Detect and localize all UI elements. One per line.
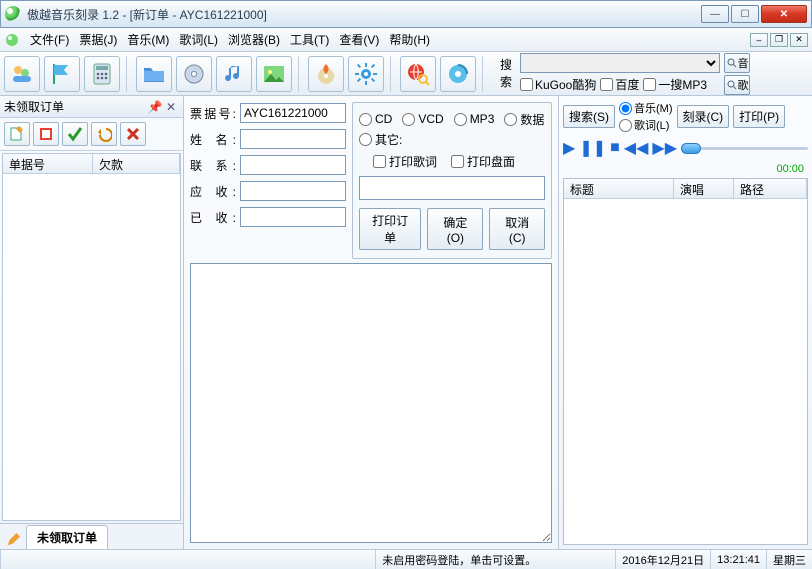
delete-button[interactable] [120, 122, 146, 146]
playlist-table[interactable]: 标题 演唱 路径 [563, 178, 808, 545]
right-radio-lyric[interactable]: 歌词(L) [619, 117, 673, 133]
mode-group: CD VCD MP3 数据 其它: 打印歌词 打印盘面 打印订单 确定(O) 取… [352, 102, 552, 259]
receipt-label: 票据号: [190, 105, 236, 122]
time-label: 00:00 [563, 163, 808, 175]
contact-label: 联 系: [190, 157, 236, 174]
menu-tool[interactable]: 工具(T) [290, 31, 329, 48]
name-input[interactable] [240, 129, 346, 149]
name-label: 姓 名: [190, 131, 236, 148]
close-button[interactable]: ✕ [761, 5, 807, 23]
next-button[interactable]: ▶▶ [652, 138, 677, 158]
col-title[interactable]: 标题 [564, 179, 674, 198]
window-title: 傲越音乐刻录 1.2 - [新订单 - AYC161221000] [27, 6, 701, 23]
right-burn-button[interactable]: 刻录(C) [677, 105, 730, 128]
new-order-button[interactable] [4, 122, 30, 146]
status-time: 13:21:41 [710, 550, 766, 569]
right-radio-music[interactable]: 音乐(M) [619, 100, 673, 116]
contact-input[interactable] [240, 155, 346, 175]
tool-users-icon[interactable] [4, 56, 40, 92]
prev-button[interactable]: ◀◀ [624, 138, 649, 158]
stop-button[interactable]: ■ [610, 139, 620, 157]
tool-burn-icon[interactable] [308, 56, 344, 92]
engine-baidu-checkbox[interactable]: 百度 [600, 76, 639, 93]
orders-table[interactable]: 单据号 欠款 [2, 153, 181, 521]
tab-pending-orders[interactable]: 未领取订单 [26, 525, 108, 549]
menu-file[interactable]: 文件(F) [30, 31, 69, 48]
mdi-restore-button[interactable]: ❐ [770, 33, 788, 47]
seek-slider[interactable] [681, 142, 808, 154]
status-weekday: 星期三 [766, 550, 812, 569]
col-due[interactable]: 欠款 [93, 154, 180, 173]
ok-button[interactable]: 确定(O) [427, 208, 483, 250]
close-panel-icon[interactable]: ✕ [163, 99, 179, 115]
search-label: 搜索 [496, 57, 516, 91]
print-order-button[interactable]: 打印订单 [359, 208, 421, 250]
status-date: 2016年12月21日 [615, 550, 710, 569]
col-path[interactable]: 路径 [734, 179, 807, 198]
right-panel: 搜索(S) 音乐(M) 歌词(L) 刻录(C) 打印(P) ▶ ❚❚ ■ ◀◀ … [558, 96, 812, 549]
received-label: 已 收: [190, 209, 236, 226]
menu-view[interactable]: 查看(V) [339, 31, 379, 48]
receipt-input[interactable] [240, 103, 346, 123]
edit-order-button[interactable] [33, 122, 59, 146]
pin-icon[interactable]: 📌 [147, 99, 163, 115]
statusbar: 未启用密码登陆，单击可设置。 2016年12月21日 13:21:41 星期三 [0, 549, 812, 569]
radio-other[interactable]: 其它: [359, 131, 402, 148]
tool-note-icon[interactable] [216, 56, 252, 92]
tab-pen-icon [4, 531, 22, 549]
tool-folder-icon[interactable] [136, 56, 172, 92]
col-artist[interactable]: 演唱 [674, 179, 734, 198]
menu-lyric[interactable]: 歌词(L) [179, 31, 218, 48]
left-panel: 未领取订单 📌 ✕ 单据号 欠款 未领取订单 [0, 96, 184, 549]
menubar: 文件(F) 票据(J) 音乐(M) 歌词(L) 浏览器(B) 工具(T) 查看(… [0, 28, 812, 52]
engine-yiso-checkbox[interactable]: 一搜MP3 [643, 76, 707, 93]
confirm-button[interactable] [62, 122, 88, 146]
radio-data[interactable]: 数据 [504, 111, 544, 128]
tool-disc-browse-icon[interactable] [176, 56, 212, 92]
search-lyric-button[interactable]: 歌 [724, 75, 750, 95]
mdi-minimize-button[interactable]: – [750, 33, 768, 47]
titlebar: 傲越音乐刻录 1.2 - [新订单 - AYC161221000] — ☐ ✕ [0, 0, 812, 28]
app-icon [5, 6, 21, 22]
receivable-label: 应 收: [190, 183, 236, 200]
menu-music[interactable]: 音乐(M) [127, 31, 169, 48]
cancel-button[interactable]: 取消(C) [489, 208, 545, 250]
menu-icon [4, 32, 20, 48]
other-text-input[interactable] [359, 176, 545, 200]
minimize-button[interactable]: — [701, 5, 729, 23]
search-music-button[interactable]: 音 [724, 53, 750, 73]
status-message[interactable]: 未启用密码登陆，单击可设置。 [375, 550, 615, 569]
player-controls: ▶ ❚❚ ■ ◀◀ ▶▶ [563, 136, 808, 160]
check-print-cover[interactable]: 打印盘面 [451, 153, 515, 170]
menu-receipt[interactable]: 票据(J) [79, 31, 117, 48]
toolbar: 搜索 音 KuGoo酷狗 百度 一搜MP3 歌 [0, 52, 812, 96]
search-combo[interactable] [520, 53, 720, 73]
tool-calc-icon[interactable] [84, 56, 120, 92]
pause-button[interactable]: ❚❚ [579, 138, 606, 158]
tool-disc-spin-icon[interactable] [440, 56, 476, 92]
received-input[interactable] [240, 207, 346, 227]
menu-browser[interactable]: 浏览器(B) [228, 31, 280, 48]
play-button[interactable]: ▶ [563, 138, 575, 158]
engine-kugoo-checkbox[interactable]: KuGoo酷狗 [520, 76, 596, 93]
mdi-close-button[interactable]: ✕ [790, 33, 808, 47]
radio-mp3[interactable]: MP3 [454, 112, 495, 126]
radio-cd[interactable]: CD [359, 112, 392, 126]
tool-gear-icon[interactable] [348, 56, 384, 92]
right-print-button[interactable]: 打印(P) [733, 105, 785, 128]
left-panel-title: 未领取订单 [4, 98, 147, 115]
maximize-button[interactable]: ☐ [731, 5, 759, 23]
tool-globe-search-icon[interactable] [400, 56, 436, 92]
radio-vcd[interactable]: VCD [402, 112, 443, 126]
notes-textarea[interactable] [190, 263, 552, 543]
tool-flag-icon[interactable] [44, 56, 80, 92]
undo-button[interactable] [91, 122, 117, 146]
check-print-lyric[interactable]: 打印歌词 [373, 153, 437, 170]
right-search-button[interactable]: 搜索(S) [563, 105, 615, 128]
tool-image-icon[interactable] [256, 56, 292, 92]
receivable-input[interactable] [240, 181, 346, 201]
menu-help[interactable]: 帮助(H) [389, 31, 430, 48]
col-receipt-id[interactable]: 单据号 [3, 154, 93, 173]
center-panel: 票据号: 姓 名: 联 系: 应 收: 已 收: CD VCD MP3 数据 其… [184, 96, 558, 549]
